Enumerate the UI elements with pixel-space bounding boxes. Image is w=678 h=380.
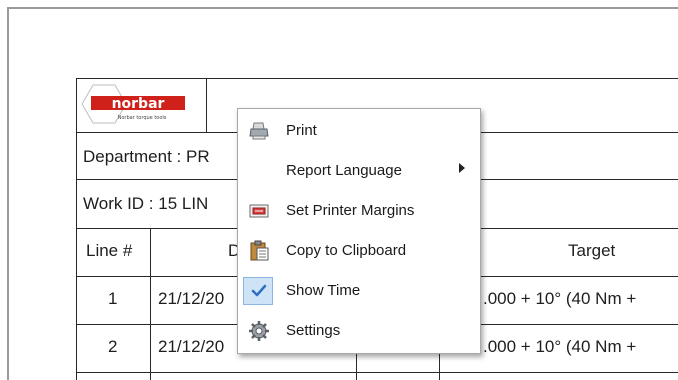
row-2-date: 21/12/20 [158, 337, 225, 356]
checkmark-icon [251, 284, 267, 297]
menu-item-label: Settings [286, 322, 341, 339]
margins-icon [249, 204, 269, 218]
menu-item-label: Print [286, 122, 317, 139]
header-target: Target [568, 241, 616, 260]
menu-item-settings[interactable]: Settings [240, 315, 478, 347]
menu-item-print[interactable]: Print [240, 115, 478, 147]
row-1-target: .000 + 10° (40 Nm + [483, 289, 637, 308]
menu-item-report-language[interactable]: Report Language [240, 155, 478, 187]
context-menu: Print Report Language Set Printer Margin… [237, 108, 481, 354]
menu-item-show-time[interactable]: Show Time [240, 275, 478, 307]
svg-text:norbar: norbar [112, 96, 165, 112]
menu-item-set-printer-margins[interactable]: Set Printer Margins [240, 195, 478, 227]
gear-icon [249, 321, 269, 341]
menu-item-label: Report Language [286, 162, 402, 179]
menu-item-label: Set Printer Margins [286, 202, 415, 219]
department-label: Department : PR [83, 147, 210, 166]
row-1-line: 1 [108, 289, 118, 308]
norbar-logo: norbar Norbar torque tools [82, 84, 185, 124]
menu-item-copy-to-clipboard[interactable]: Copy to Clipboard [240, 235, 478, 267]
menu-item-label: Copy to Clipboard [286, 242, 407, 259]
header-line-number: Line # [86, 241, 133, 260]
menu-item-label: Show Time [286, 282, 361, 299]
row-2-line: 2 [108, 337, 118, 356]
clipboard-icon [250, 240, 269, 261]
row-2-target: .000 + 10° (40 Nm + [483, 337, 637, 356]
svg-text:Norbar torque tools: Norbar torque tools [118, 115, 167, 121]
row-1-date: 21/12/20 [158, 289, 225, 308]
submenu-arrow-icon [459, 163, 465, 173]
work-id-label: Work ID : 15 LIN [83, 194, 209, 213]
printer-icon [249, 122, 269, 140]
